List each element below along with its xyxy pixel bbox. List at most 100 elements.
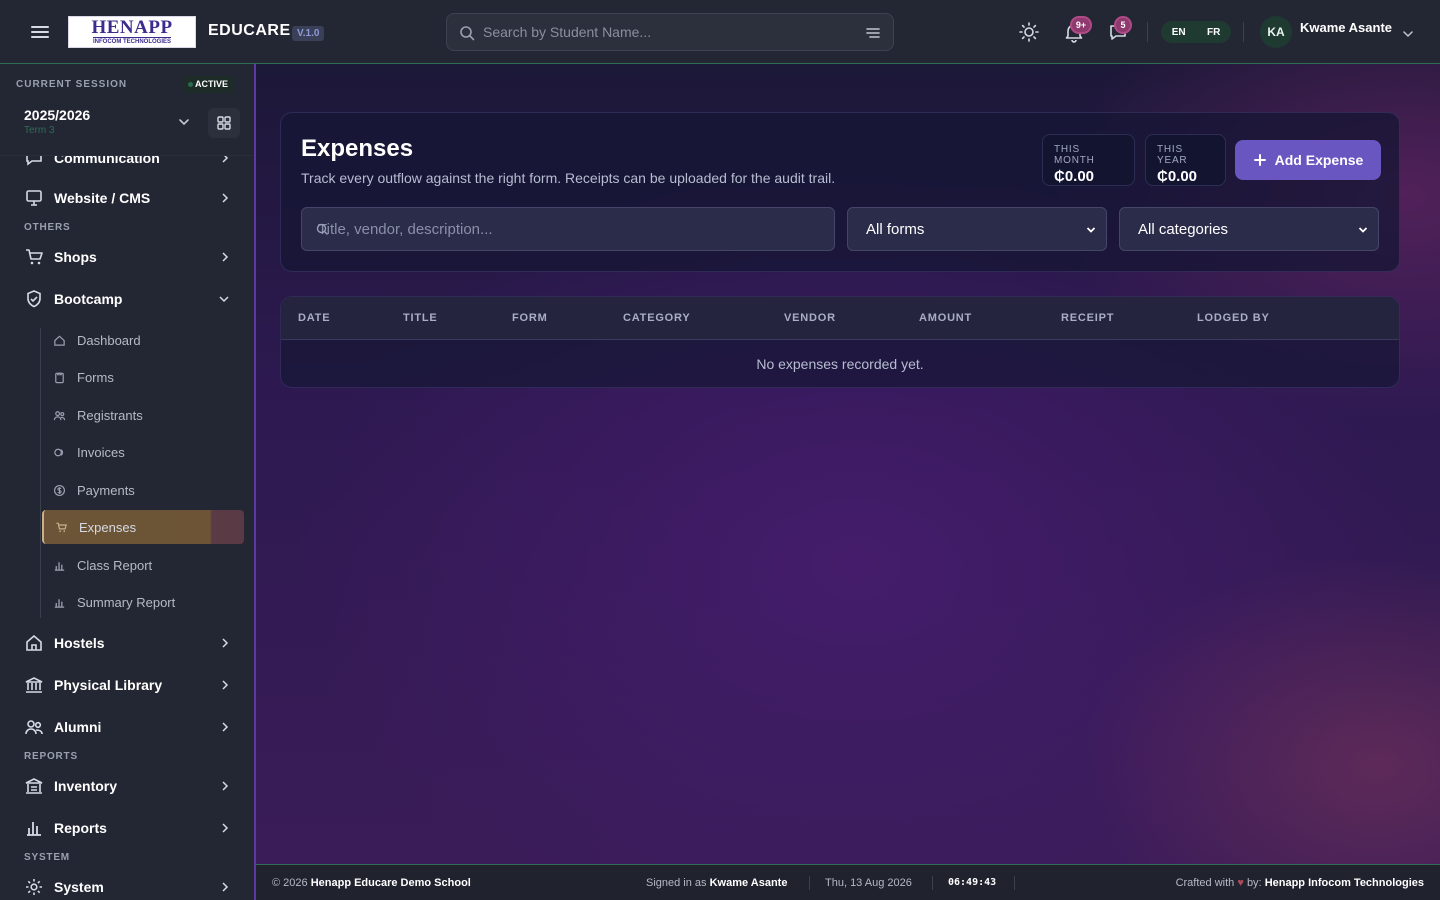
sidebar-item-inventory[interactable]: Inventory: [16, 768, 240, 804]
chevron-down-icon: [1402, 28, 1414, 40]
sidebar-subitem-dashboard[interactable]: Dashboard: [42, 323, 244, 357]
logo-main-text: HENAPP: [91, 16, 173, 38]
coins-icon: [54, 448, 64, 456]
expense-filter: [301, 207, 835, 251]
sidebar: CURRENT SESSION ACTIVE 2025/2026 Term 3 …: [0, 64, 256, 900]
signed-prefix: Signed in as: [646, 877, 707, 889]
sidebar-item-physical-library[interactable]: Physical Library: [16, 667, 240, 703]
cart-icon: [26, 249, 43, 265]
table-header: DATE TITLE FORM CATEGORY VENDOR AMOUNT R…: [281, 297, 1399, 340]
search-input[interactable]: [483, 14, 853, 50]
grid-icon: [217, 116, 231, 130]
form-filter-value: All forms: [866, 220, 925, 238]
expenses-header-panel: Expenses Track every outflow against the…: [280, 112, 1400, 272]
logo[interactable]: HENAPP INFOCOM TECHNOLOGIES: [68, 16, 196, 48]
column-header-title[interactable]: TITLE: [403, 312, 438, 324]
sidebar-item-system[interactable]: System: [16, 869, 240, 900]
app-name: EDUCARE: [208, 22, 291, 39]
sidebar-item-alumni[interactable]: Alumni: [16, 709, 240, 745]
sidebar-item-label: Reports: [54, 820, 107, 836]
stat-value: ₵0.00: [1054, 168, 1095, 185]
apps-grid-button[interactable]: [208, 108, 240, 138]
signed-user: Kwame Asante: [709, 877, 788, 889]
stat-this-year: THIS YEAR ₵0.00: [1145, 134, 1226, 186]
company-link[interactable]: Henapp Infocom Technologies: [1265, 877, 1424, 889]
dollar-circle-icon: [53, 484, 66, 496]
sidebar-item-website[interactable]: Website / CMS: [16, 180, 240, 216]
footer-date: Thu, 13 Aug 2026: [825, 877, 912, 889]
crafted-prefix: Crafted with: [1175, 877, 1235, 889]
expense-search-input[interactable]: [302, 208, 834, 250]
heart-icon: ♥: [1237, 877, 1244, 889]
section-label-reports: REPORTS: [24, 751, 78, 762]
sidebar-subitem-forms[interactable]: Forms: [42, 360, 244, 394]
divider: [932, 876, 933, 890]
sidebar-subitem-label: Summary Report: [77, 594, 176, 610]
sidebar-item-hostels[interactable]: Hostels: [16, 625, 240, 661]
messages-button[interactable]: 5: [1106, 16, 1132, 44]
column-header-amount[interactable]: AMOUNT: [919, 312, 972, 324]
user-name: Kwame Asante: [1300, 19, 1392, 35]
gear-icon: [26, 879, 42, 895]
sidebar-item-label: Hostels: [54, 635, 105, 651]
chevron-right-icon: [222, 252, 229, 262]
sidebar-subitem-summary-report[interactable]: Summary Report: [42, 585, 244, 619]
sidebar-subitem-registrants[interactable]: Registrants: [42, 398, 244, 432]
sidebar-subitem-label: Forms: [77, 369, 114, 385]
add-expense-button[interactable]: Add Expense: [1235, 140, 1381, 180]
session-select-chevron-icon[interactable]: [177, 115, 191, 129]
sidebar-item-label: Bootcamp: [54, 291, 123, 307]
session-label: CURRENT SESSION: [16, 79, 128, 90]
theme-toggle-icon[interactable]: [1017, 20, 1041, 44]
form-filter-select[interactable]: All forms: [847, 207, 1107, 251]
chevron-right-icon: [222, 722, 229, 732]
lang-en[interactable]: EN: [1166, 27, 1192, 38]
lang-fr[interactable]: FR: [1201, 27, 1226, 38]
divider: [1243, 22, 1244, 42]
column-header-vendor[interactable]: VENDOR: [784, 312, 836, 324]
section-label-others: OTHERS: [24, 222, 71, 233]
sidebar-item-bootcamp[interactable]: Bootcamp: [16, 281, 240, 317]
avatar: KA: [1260, 16, 1292, 48]
column-header-form[interactable]: FORM: [512, 312, 548, 324]
column-header-receipt[interactable]: RECEIPT: [1061, 312, 1114, 324]
chevron-right-icon: [222, 781, 229, 791]
session-term: Term 3: [24, 125, 55, 136]
footer-credits: Crafted with ♥ by: Henapp Infocom Techno…: [1176, 877, 1424, 889]
bar-chart-icon: [27, 822, 41, 836]
chevron-right-icon: [222, 680, 229, 690]
home-icon: [26, 634, 42, 651]
bar-chart-icon: [54, 561, 65, 571]
shield-icon: [27, 290, 41, 308]
stat-label: THIS MONTH: [1054, 144, 1095, 166]
sidebar-subitem-class-report[interactable]: Class Report: [42, 548, 244, 582]
sidebar-item-label: Shops: [54, 249, 97, 265]
divider: [1147, 22, 1148, 42]
users-icon: [25, 720, 43, 735]
sidebar-item-reports[interactable]: Reports: [16, 810, 240, 846]
category-filter-value: All categories: [1138, 220, 1229, 238]
sidebar-subitem-invoices[interactable]: Invoices: [42, 435, 244, 469]
logo-sub-text: INFOCOM TECHNOLOGIES: [93, 36, 171, 45]
column-header-date[interactable]: DATE: [298, 312, 330, 324]
sidebar-item-label: System: [54, 879, 104, 895]
notifications-button[interactable]: 9+: [1062, 16, 1092, 44]
sidebar-item-shops[interactable]: Shops: [16, 239, 240, 275]
sidebar-item-label: Alumni: [54, 719, 102, 735]
column-header-lodged-by[interactable]: LODGED BY: [1197, 312, 1270, 324]
divider: [809, 876, 810, 890]
stat-value: ₵0.00: [1157, 168, 1198, 185]
menu-icon[interactable]: [28, 20, 52, 44]
search-filter-icon[interactable]: [865, 25, 881, 41]
chevron-right-icon: [222, 638, 229, 648]
user-menu[interactable]: KA Kwame Asante: [1260, 14, 1414, 50]
messages-badge: 5: [1114, 16, 1132, 34]
sidebar-subitem-expenses[interactable]: Expenses: [42, 510, 244, 544]
language-switcher: EN FR: [1161, 21, 1231, 43]
bar-chart-icon: [54, 598, 65, 608]
column-header-category[interactable]: CATEGORY: [623, 312, 691, 324]
chevron-down-icon: [1358, 227, 1368, 233]
sidebar-subitem-label: Expenses: [79, 519, 137, 535]
sidebar-subitem-payments[interactable]: Payments: [42, 473, 244, 507]
category-filter-select[interactable]: All categories: [1119, 207, 1379, 251]
